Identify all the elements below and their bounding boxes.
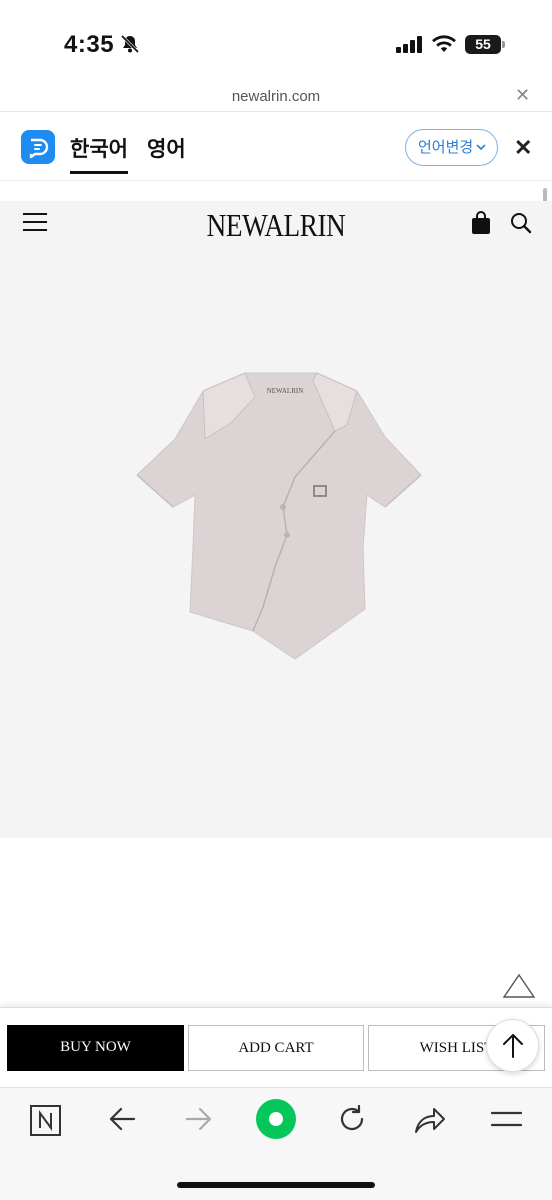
url-bar[interactable]: newalrin.com ✕ [0, 80, 552, 112]
forward-icon[interactable] [185, 1107, 213, 1131]
scroll-to-top-button[interactable] [486, 1019, 539, 1072]
home-indicator [177, 1182, 375, 1188]
product-neck-label: NEWALRIN [267, 387, 304, 395]
translation-bar: 한국어 영어 언어변경 ✕ [0, 113, 552, 181]
product-action-bar: BUY NOW ADD CART WISH LIST [0, 1007, 552, 1087]
status-bar: 4:35 55 [0, 0, 552, 80]
close-icon[interactable]: ✕ [515, 85, 530, 106]
url-text[interactable]: newalrin.com [0, 88, 552, 105]
menu-icon[interactable] [491, 1110, 522, 1128]
collapse-arrow-icon[interactable] [502, 973, 536, 999]
add-cart-button[interactable]: ADD CART [188, 1025, 364, 1071]
tab-source-language[interactable]: 한국어 [70, 133, 128, 174]
change-language-button[interactable]: 언어변경 [405, 129, 498, 166]
silent-bell-icon [120, 34, 140, 54]
brand-logo[interactable]: NEWALRIN [41, 207, 510, 244]
close-translation-icon[interactable]: ✕ [514, 135, 532, 161]
product-image-area[interactable]: NEWALRIN [0, 247, 552, 838]
battery-indicator: 55 [465, 35, 501, 54]
change-language-label: 언어변경 [418, 139, 474, 156]
cellular-signal-icon [396, 36, 422, 53]
battery-tip [502, 41, 505, 48]
share-icon[interactable] [414, 1106, 446, 1134]
tab-target-language[interactable]: 영어 [147, 133, 186, 163]
shopping-bag-icon[interactable] [471, 211, 491, 235]
status-time: 4:35 [64, 31, 115, 58]
chevron-down-icon [476, 130, 486, 179]
wifi-icon [432, 35, 456, 52]
papago-logo-icon[interactable] [21, 130, 55, 164]
buy-now-button[interactable]: BUY NOW [7, 1025, 184, 1071]
naver-home-icon[interactable] [30, 1105, 61, 1136]
reload-icon[interactable] [337, 1104, 367, 1134]
product-image[interactable]: NEWALRIN [135, 367, 425, 667]
search-icon[interactable] [510, 212, 532, 234]
back-icon[interactable] [108, 1107, 136, 1131]
site-header: NEWALRIN [0, 201, 552, 247]
green-dot-icon[interactable] [256, 1099, 296, 1139]
arrow-up-icon [503, 1034, 523, 1058]
